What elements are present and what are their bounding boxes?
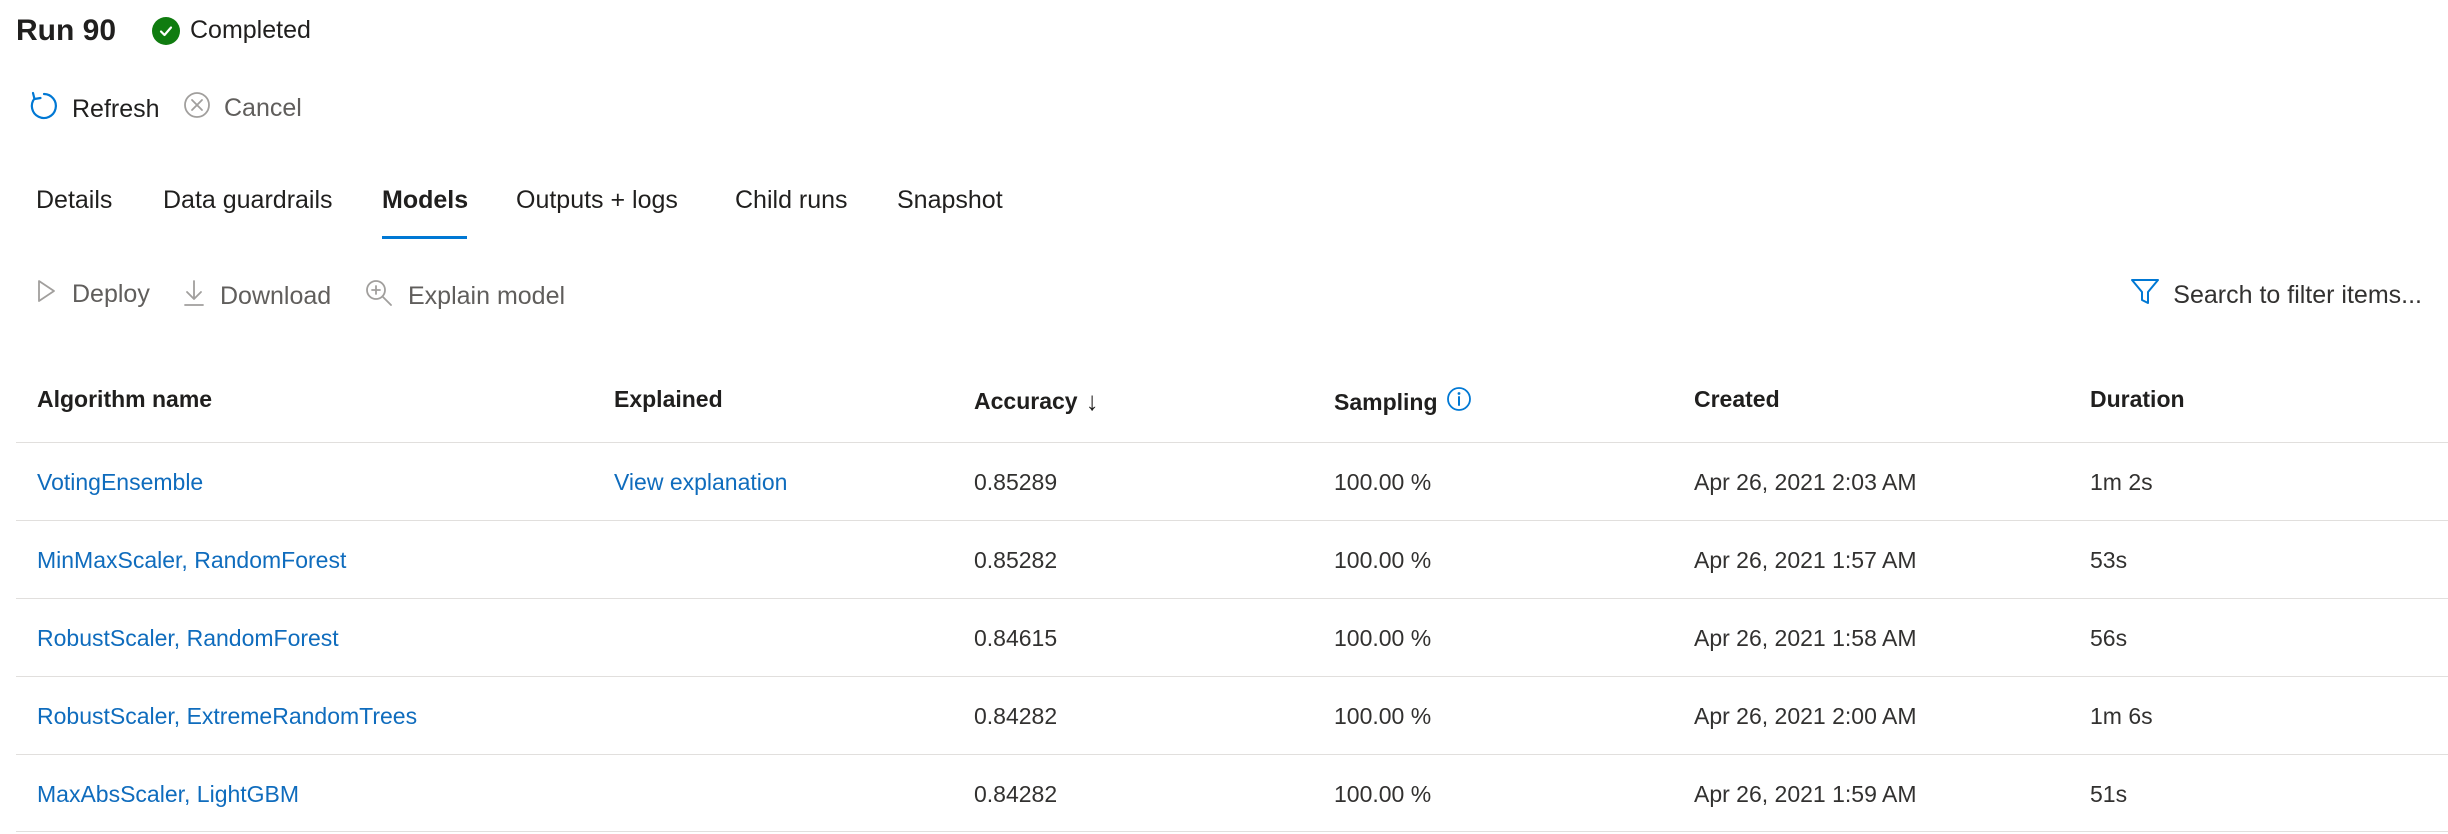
download-button[interactable]: Download (182, 278, 331, 315)
sort-descending-icon: ↓ (1085, 386, 1099, 416)
accuracy-value: 0.85282 (974, 547, 1058, 573)
table-bottom-divider (16, 831, 2448, 832)
refresh-label: Refresh (72, 95, 160, 123)
explain-model-label: Explain model (408, 282, 566, 310)
algorithm-link[interactable]: RobustScaler, ExtremeRandomTrees (37, 703, 417, 730)
cancel-label: Cancel (224, 94, 302, 122)
duration-value: 56s (2090, 625, 2128, 651)
tab-snapshot[interactable]: Snapshot (897, 186, 1003, 215)
explain-model-button[interactable]: Explain model (364, 278, 565, 315)
duration-value: 53s (2090, 547, 2128, 573)
algorithm-link[interactable]: VotingEnsemble (37, 469, 203, 496)
sampling-value: 100.00 % (1334, 625, 1432, 651)
column-header-accuracy[interactable]: Accuracy ↓ (974, 386, 1099, 417)
tab-child-runs[interactable]: Child runs (735, 186, 848, 215)
accuracy-value: 0.84615 (974, 625, 1058, 651)
created-value: Apr 26, 2021 2:03 AM (1694, 469, 1917, 495)
created-value: Apr 26, 2021 1:59 AM (1694, 781, 1917, 807)
cancel-button[interactable]: Cancel (182, 90, 302, 127)
sampling-value: 100.00 % (1334, 703, 1432, 729)
column-header-duration[interactable]: Duration (2090, 386, 2185, 413)
accuracy-value: 0.85289 (974, 469, 1058, 495)
column-header-created[interactable]: Created (1694, 386, 1780, 413)
cancel-icon (182, 90, 212, 127)
column-header-explained[interactable]: Explained (614, 386, 723, 413)
tab-details[interactable]: Details (36, 186, 112, 215)
sampling-value: 100.00 % (1334, 469, 1432, 495)
download-icon (182, 278, 206, 315)
created-value: Apr 26, 2021 2:00 AM (1694, 703, 1917, 729)
tab-outputs-logs[interactable]: Outputs + logs (516, 186, 678, 215)
status-text: Completed (190, 16, 311, 44)
deploy-button[interactable]: Deploy (36, 278, 150, 311)
view-explanation-link[interactable]: View explanation (614, 469, 787, 496)
play-icon (36, 278, 58, 311)
table-row[interactable]: MinMaxScaler, RandomForest 0.85282 100.0… (16, 520, 2448, 598)
sampling-value: 100.00 % (1334, 547, 1432, 573)
page-title: Run 90 (16, 14, 117, 47)
tab-data-guardrails[interactable]: Data guardrails (163, 186, 333, 215)
table-row[interactable]: RobustScaler, RandomForest 0.84615 100.0… (16, 598, 2448, 676)
table-row[interactable]: VotingEnsemble View explanation 0.85289 … (16, 442, 2448, 520)
accuracy-value: 0.84282 (974, 781, 1058, 807)
search-placeholder: Search to filter items... (2173, 281, 2422, 309)
status-badge: Completed (152, 16, 311, 45)
created-value: Apr 26, 2021 1:57 AM (1694, 547, 1917, 573)
algorithm-link[interactable]: MaxAbsScaler, LightGBM (37, 781, 299, 808)
active-tab-indicator (382, 236, 467, 239)
check-circle-icon (152, 16, 180, 45)
refresh-button[interactable]: Refresh (28, 90, 160, 129)
duration-value: 1m 2s (2090, 469, 2153, 495)
algorithm-link[interactable]: RobustScaler, RandomForest (37, 625, 339, 652)
deploy-label: Deploy (72, 280, 150, 308)
table-row[interactable]: RobustScaler, ExtremeRandomTrees 0.84282… (16, 676, 2448, 754)
download-label: Download (220, 282, 332, 310)
sampling-value: 100.00 % (1334, 781, 1432, 807)
column-header-sampling[interactable]: Sampling (1334, 386, 1472, 418)
accuracy-value: 0.84282 (974, 703, 1058, 729)
search-filter-input[interactable]: Search to filter items... (2129, 276, 2422, 315)
created-value: Apr 26, 2021 1:58 AM (1694, 625, 1917, 651)
algorithm-link[interactable]: MinMaxScaler, RandomForest (37, 547, 346, 574)
duration-value: 51s (2090, 781, 2128, 807)
duration-value: 1m 6s (2090, 703, 2153, 729)
tab-models[interactable]: Models (382, 186, 468, 215)
refresh-icon (28, 90, 60, 129)
info-icon[interactable] (1446, 386, 1472, 418)
column-header-algorithm[interactable]: Algorithm name (37, 386, 212, 413)
zoom-icon (364, 278, 394, 315)
filter-icon (2129, 276, 2161, 315)
table-row[interactable]: MaxAbsScaler, LightGBM 0.84282 100.00 % … (16, 754, 2448, 832)
